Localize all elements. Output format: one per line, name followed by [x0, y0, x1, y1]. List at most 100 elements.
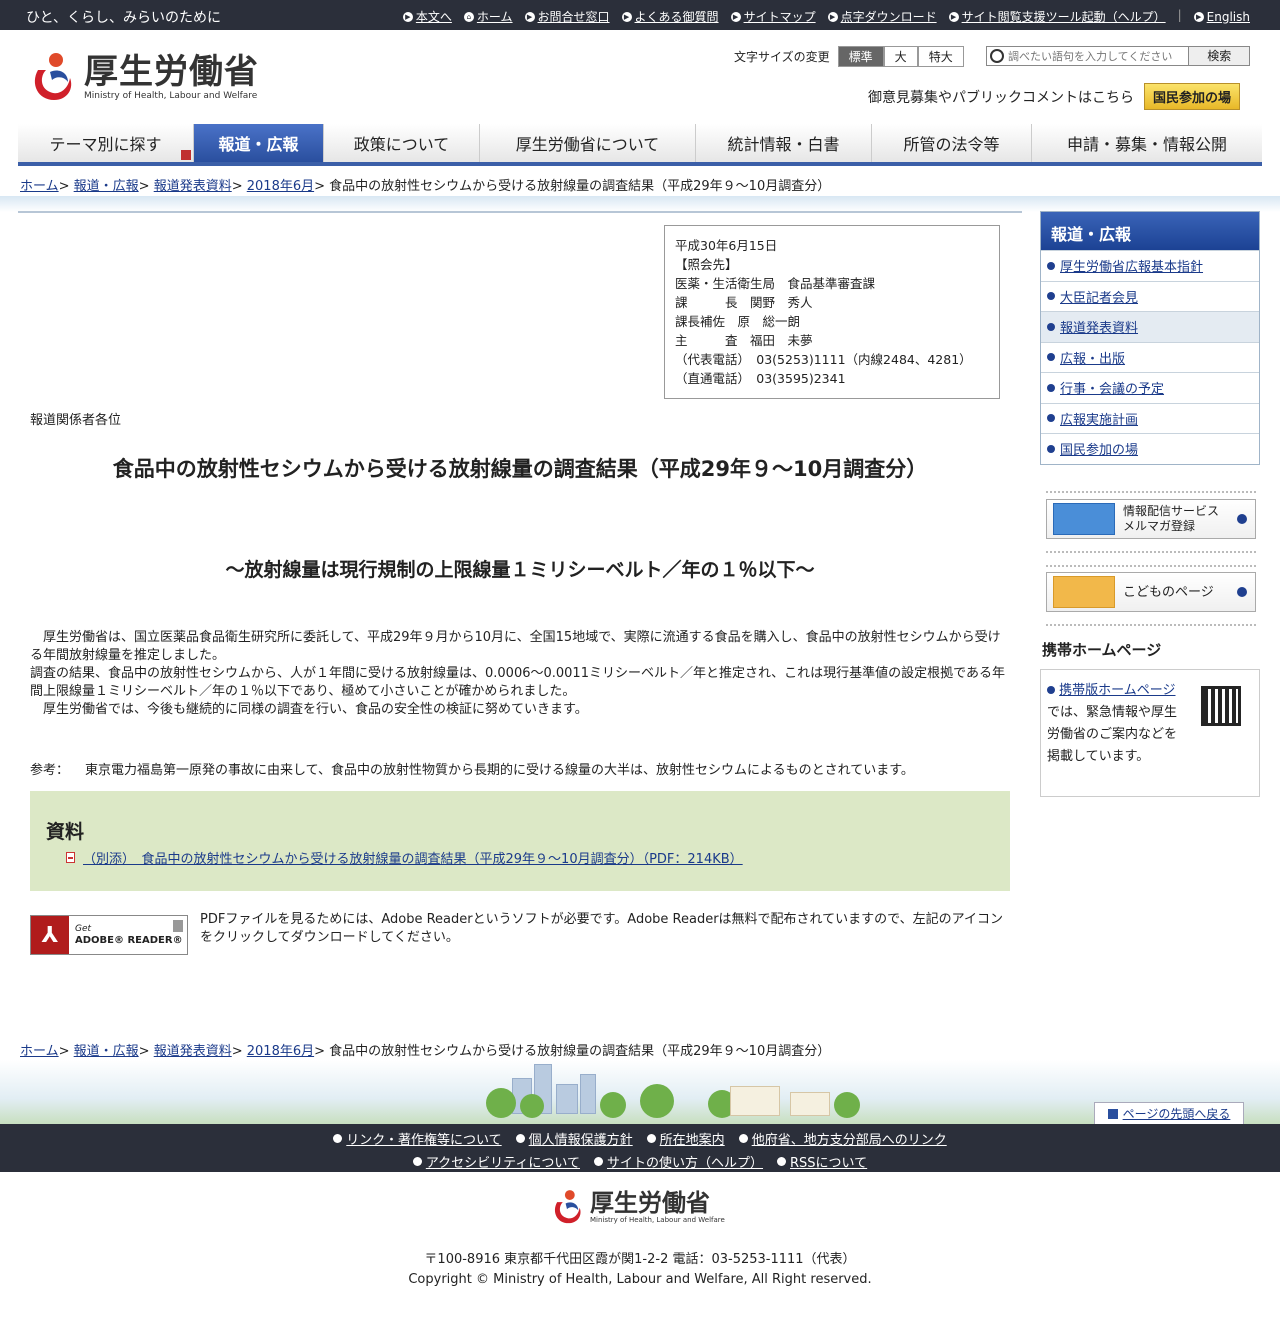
sidebar-item-participation[interactable]: 国民参加の場 [1041, 433, 1259, 464]
font-size-standard-button[interactable]: 標準 [837, 46, 884, 67]
mobile-box: 携帯版ホームページでは、緊急情報や厚生労働省のご案内などを掲載しています。 [1040, 669, 1260, 797]
article-body: 厚生労働省は、国立医薬品食品衛生研究所に委託して、平成29年９月から10月に、全… [30, 629, 1010, 719]
footer-link-access[interactable]: 所在地案内 [646, 1129, 725, 1148]
site-logo[interactable]: 厚生労働省 Ministry of Health, Labour and Wel… [28, 50, 259, 104]
sidebar-item-publications[interactable]: 広報・出版 [1041, 341, 1259, 373]
nav-press[interactable]: 報道・広報 [194, 124, 324, 162]
contact-line: 医薬・生活衛生局 食品基準審査課 [675, 276, 876, 291]
link-accessibility-tool[interactable]: ▶ サイト閲覧支援ツール起動（ヘルプ） [948, 8, 1166, 25]
pdf-icon [66, 852, 75, 863]
breadcrumb-month[interactable]: 2018年6月 [247, 179, 314, 194]
mail-magazine-banner[interactable]: 情報配信サービス メルマガ登録 [1046, 499, 1256, 539]
bullet-icon [1047, 686, 1055, 694]
footer-logo-english: Ministry of Health, Labour and Welfare [590, 1216, 725, 1224]
nav-theme[interactable]: テーマ別に探す [18, 124, 194, 162]
house-illustration [730, 1086, 780, 1116]
materials-item: （別添） 食品中の放射性セシウムから受ける放射線量の調査結果（平成29年９～10… [66, 848, 994, 867]
breadcrumb-press[interactable]: 報道・広報 [74, 1044, 139, 1059]
footer-link-copyright[interactable]: リンク・著作権等について [333, 1129, 502, 1148]
font-size-control: 文字サイズの変更 標準 大 特大 [734, 46, 964, 67]
contact-heading: 【照会先】 [675, 257, 738, 272]
nav-about[interactable]: 厚生労働省について [480, 124, 696, 162]
font-size-large-button[interactable]: 大 [883, 46, 918, 67]
nav-statistics[interactable]: 統計情報・白書 [696, 124, 872, 162]
main-content: 平成30年6月15日 【照会先】 医薬・生活衛生局 食品基準審査課 課 長 関野… [18, 211, 1022, 1011]
link-english[interactable]: ▶ English [1193, 8, 1250, 25]
arrow-icon: ▶ [948, 11, 959, 22]
qr-code-icon [1201, 686, 1241, 726]
footer-logo: 厚生労働省 Ministry of Health, Labour and Wel… [550, 1188, 725, 1226]
breadcrumb-home[interactable]: ホーム [20, 1044, 59, 1059]
footer-link-privacy[interactable]: 個人情報保護方針 [515, 1129, 633, 1148]
nav-policy[interactable]: 政策について [324, 124, 480, 162]
download-icon [173, 920, 183, 932]
link-faq[interactable]: ▶ よくある御質問 [621, 8, 719, 25]
search-button[interactable]: 検索 [1188, 47, 1249, 65]
logo-text: 厚生労働省 Ministry of Health, Labour and Wel… [84, 53, 259, 101]
search-input[interactable] [1004, 47, 1189, 65]
footer-link-rss[interactable]: RSSについて [777, 1152, 867, 1171]
copyright: Copyright © Ministry of Health, Labour a… [408, 1272, 872, 1287]
arrow-icon: ▶ [730, 11, 741, 22]
bullet-icon [1047, 261, 1055, 270]
bullet-icon [1047, 414, 1055, 423]
bullet-icon [412, 1157, 422, 1166]
background-band [0, 196, 1280, 212]
arrow-up-icon [1107, 1108, 1118, 1119]
kids-page-banner[interactable]: こどものページ [1046, 572, 1256, 612]
breadcrumb-press-releases[interactable]: 報道発表資料 [154, 179, 232, 194]
site-tagline: ひと、くらし、みらいのために [26, 10, 222, 26]
link-skip-to-content[interactable]: ▶ 本文へ [402, 8, 452, 25]
sidebar-heading: 報道・広報 [1041, 212, 1259, 250]
nav-laws[interactable]: 所管の法令等 [872, 124, 1032, 162]
contact-line: 課長補佐 原 総一朗 [675, 314, 801, 329]
tree-illustration [834, 1092, 860, 1118]
link-sitemap[interactable]: ▶ サイトマップ [730, 8, 816, 25]
page-subtitle: ～放射線量は現行規制の上限線量１ミリシーベルト／年の１％以下～ [225, 559, 815, 581]
link-home[interactable]: ⌂ ホーム [463, 8, 513, 25]
materials-section: 資料 （別添） 食品中の放射性セシウムから受ける放射線量の調査結果（平成29年９… [30, 791, 1010, 891]
arrow-icon: ▶ [1193, 11, 1204, 22]
bullet-icon [1047, 383, 1055, 392]
materials-heading: 資料 [46, 821, 85, 843]
breadcrumb-current: 食品中の放射性セシウムから受ける放射線量の調査結果（平成29年９～10月調査分） [329, 1044, 831, 1059]
tree-illustration [520, 1094, 544, 1118]
sidebar-item-press-releases[interactable]: 報道発表資料 [1041, 311, 1259, 342]
adobe-reader-button[interactable]: ⅄ Get ADOBE® READER® [30, 915, 188, 955]
logo-japanese: 厚生労働省 [84, 52, 259, 92]
mobile-text: では、緊急情報や厚生労働省のご案内などを掲載しています。 [1047, 705, 1178, 764]
materials-pdf-link[interactable]: （別添） 食品中の放射性セシウムから受ける放射線量の調査結果（平成29年９～10… [83, 848, 743, 867]
breadcrumb: ホーム> 報道・広報> 報道発表資料> 2018年6月> 食品中の放射性セシウム… [20, 179, 831, 194]
search-box: 検索 [986, 46, 1250, 66]
back-to-top-button[interactable]: ページの先頭へ戻る [1094, 1102, 1244, 1124]
link-contact[interactable]: ▶ お問合せ窓口 [524, 8, 610, 25]
address: 〒100-8916 東京都千代田区霞が関1-2-2 電話：03-5253-111… [424, 1252, 856, 1267]
sidebar-item-press-conference[interactable]: 大臣記者会見 [1041, 280, 1259, 312]
nav-applications[interactable]: 申請・募集・情報公開 [1032, 124, 1262, 162]
house-illustration [790, 1092, 830, 1116]
tree-illustration [486, 1088, 516, 1118]
sidebar-item-pr-plan[interactable]: 広報実施計画 [1041, 402, 1259, 434]
divider [1046, 624, 1256, 626]
public-participation-button[interactable]: 国民参加の場 [1144, 83, 1241, 110]
divider [1046, 565, 1256, 567]
breadcrumb-press[interactable]: 報道・広報 [74, 179, 139, 194]
pdf-note: PDFファイルを見るためには、Adobe Readerというソフトが必要です。A… [200, 912, 1003, 945]
mobile-link[interactable]: 携帯版ホームページ [1059, 683, 1175, 698]
sidebar-item-events[interactable]: 行事・会議の予定 [1041, 372, 1259, 403]
footer-link-accessibility[interactable]: アクセシビリティについて [412, 1152, 580, 1171]
breadcrumb-month[interactable]: 2018年6月 [247, 1044, 314, 1059]
bullet-icon [515, 1134, 525, 1143]
sidebar-item-pr-policy[interactable]: 厚生労働省広報基本指針 [1041, 250, 1259, 281]
arrow-icon [1237, 587, 1247, 597]
bullet-icon [333, 1134, 343, 1143]
adobe-text: Get ADOBE® READER® [75, 924, 183, 946]
footer-link-help[interactable]: サイトの使い方（ヘルプ） [594, 1152, 763, 1171]
top-bar: ひと、くらし、みらいのために ▶ 本文へ ⌂ ホーム ▶ お問合せ窓口 ▶ よくある御質… [0, 0, 1280, 30]
footer-link-ministries[interactable]: 他府省、地方支分部局へのリンク [738, 1129, 947, 1148]
font-size-xlarge-button[interactable]: 特大 [917, 46, 964, 67]
link-braille-download[interactable]: ▶ 点字ダウンロード [827, 8, 937, 25]
mobile-heading: 携帯ホームページ [1042, 641, 1162, 659]
breadcrumb-press-releases[interactable]: 報道発表資料 [154, 1044, 232, 1059]
breadcrumb-home[interactable]: ホーム [20, 179, 59, 194]
